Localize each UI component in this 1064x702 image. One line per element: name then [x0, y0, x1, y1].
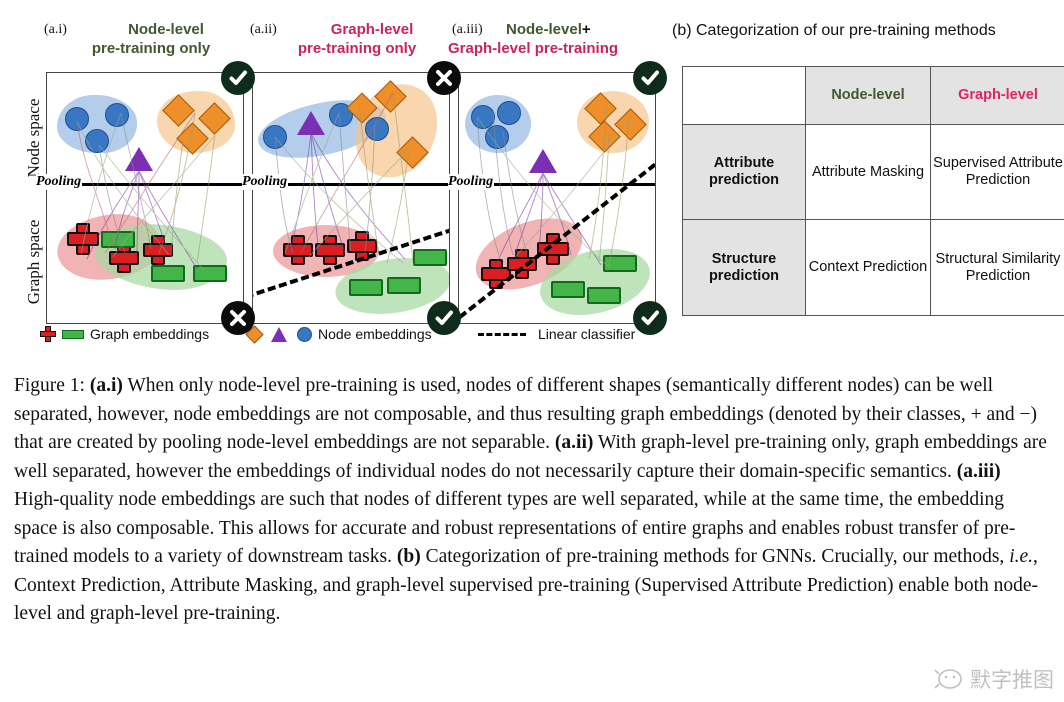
table-col-header-graph-level: Graph-level — [930, 66, 1064, 125]
panel-aiii — [458, 61, 667, 335]
caption-tag-ai: (a.i) — [89, 375, 123, 396]
panel-header-aii: (a.ii) Graph-level pre-training only — [250, 20, 450, 58]
panel-tag-aiii: (a.iii) — [452, 22, 483, 37]
categorization-table: Node-level Graph-level Attribute predict… — [682, 66, 1064, 316]
row-header-line1: Structure — [711, 250, 777, 267]
panel-header-aiii: (a.iii) Node-level+ Graph-level pre-trai… — [448, 20, 667, 58]
watermark-text: 默字推图 — [970, 669, 1054, 692]
legend-node-embeddings: Node embeddings — [245, 324, 432, 344]
legend-label-node-embeddings: Node embeddings — [318, 326, 432, 342]
axis-label-node-space: Node space — [24, 98, 43, 178]
badge-cross-icon — [221, 301, 255, 335]
plus-icon — [40, 326, 56, 342]
graph-edges-aiii — [476, 106, 630, 268]
table-row-header-attribute-prediction: Attribute prediction — [682, 123, 806, 221]
row-header-line2: prediction — [708, 267, 780, 284]
caption-italic-ie: i.e. — [1009, 546, 1034, 567]
panel-tag-ai: (a.i) — [44, 22, 67, 37]
legend-linear-classifier: Linear classifier — [478, 326, 635, 342]
table-col-header-node-level: Node-level — [805, 66, 931, 125]
pooling-label-aiii: Pooling — [448, 174, 495, 190]
circle-icon — [297, 326, 312, 342]
table-row: Structure prediction Context Prediction … — [682, 219, 1064, 316]
panel-title-aiii-line2: Graph-level pre-training — [448, 40, 619, 57]
panel-title-aiii-plus: + — [581, 21, 591, 38]
table-cell-supervised-attribute-prediction: Supervised Attribute Prediction — [930, 123, 1064, 221]
panel-ai — [46, 61, 255, 335]
panel-header-ai: (a.i) Node-level pre-training only — [44, 20, 244, 58]
dashed-line-icon — [478, 332, 526, 336]
table-corner-cell — [682, 66, 806, 125]
badge-cross-icon — [427, 61, 461, 95]
table-cell-context-prediction: Context Prediction — [805, 219, 931, 316]
table-row-header-structure-prediction: Structure prediction — [682, 219, 806, 316]
axis-label-graph-space: Graph space — [24, 219, 43, 305]
table-row: Attribute prediction Attribute Masking S… — [682, 123, 1064, 221]
legend-label-linear-classifier: Linear classifier — [538, 326, 636, 342]
panel-title-aii-line2: pre-training only — [297, 40, 417, 57]
bar-icon — [62, 329, 84, 339]
panel-title-ai-line2: pre-training only — [91, 40, 211, 57]
row-header-line1: Attribute — [713, 155, 775, 172]
table-cell-structural-similarity-prediction: Structural Similarity Prediction — [930, 219, 1064, 316]
figure-panel-area: (a.i) Node-level pre-training only (a.ii… — [0, 0, 1064, 368]
zhihu-logo-icon — [934, 668, 964, 690]
panel-title-aiii-node: Node-level — [506, 21, 582, 38]
badge-check-icon — [221, 61, 255, 95]
triangle-icon — [271, 326, 287, 342]
table-cell-attribute-masking: Attribute Masking — [805, 123, 931, 221]
caption-text-4: Categorization of pre-training methods f… — [420, 546, 1010, 567]
pooling-label-ai: Pooling — [36, 174, 83, 190]
row-header-line2: prediction — [708, 172, 780, 189]
panel-title-ai-line1: Node-level — [128, 21, 204, 38]
panel-tag-aii: (a.ii) — [250, 22, 277, 37]
categorization-title: (b) Categorization of our pre-training m… — [672, 22, 996, 39]
legend-label-graph-embeddings: Graph embeddings — [90, 326, 210, 342]
badge-check-icon — [633, 61, 667, 95]
figure-caption: Figure 1: (a.i) When only node-level pre… — [14, 372, 1050, 629]
caption-tag-aiii: (a.iii) — [956, 460, 1001, 482]
pooling-label-aii: Pooling — [242, 174, 289, 190]
badge-check-icon — [427, 301, 461, 335]
graph-edges-ai — [76, 112, 216, 270]
caption-tag-b: (b) — [396, 546, 421, 567]
panel-aii — [252, 61, 461, 335]
panel-title-aii-line1: Graph-level — [330, 21, 414, 38]
watermark: 默字推图 — [934, 664, 1054, 694]
table-header-row: Node-level Graph-level — [682, 66, 1064, 125]
badge-check-icon — [633, 301, 667, 335]
legend-graph-embeddings: Graph embeddings — [40, 326, 209, 342]
caption-figure-label: Figure 1: — [14, 375, 85, 396]
caption-tag-aii: (a.ii) — [554, 432, 594, 453]
